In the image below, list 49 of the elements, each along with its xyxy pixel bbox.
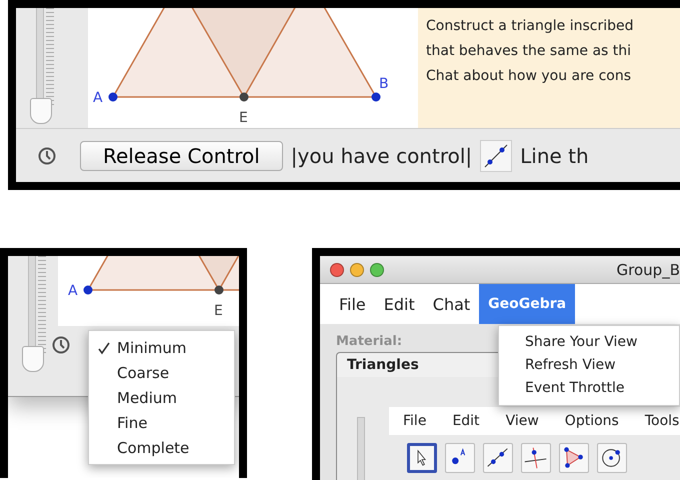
clock-icon[interactable] xyxy=(52,336,70,354)
line-icon xyxy=(487,448,508,467)
close-icon[interactable] xyxy=(330,262,344,276)
maximize-icon[interactable] xyxy=(370,262,384,276)
menu-item[interactable]: View xyxy=(506,413,539,429)
material-label: Material: xyxy=(336,334,402,351)
menu-item[interactable]: Coarse xyxy=(89,360,234,385)
instruction-text: that behaves the same as thi xyxy=(426,42,632,61)
arrow-pointer-icon xyxy=(418,450,426,466)
clock-icon[interactable] xyxy=(38,146,56,164)
point-label: E xyxy=(239,110,248,126)
tool-button[interactable] xyxy=(407,443,437,473)
perpendicular-lines-icon xyxy=(524,447,547,469)
tool-name: Line th xyxy=(520,144,589,168)
menu-item[interactable]: Complete xyxy=(89,435,234,460)
circle-icon xyxy=(602,449,620,467)
tool-button[interactable] xyxy=(483,443,513,473)
menu-item[interactable]: Share Your View xyxy=(499,330,679,353)
window-title: Group_B xyxy=(616,260,680,278)
menu-item[interactable]: Event Throttle xyxy=(499,376,679,399)
release-control-button[interactable]: Release Control xyxy=(80,140,283,170)
instruction-text: Construct a triangle inscribed xyxy=(426,17,635,36)
menu-item[interactable]: GeoGebra xyxy=(479,284,576,324)
menu-item[interactable]: Fine xyxy=(89,410,234,435)
tool-button[interactable] xyxy=(521,443,551,473)
slider-thumb[interactable] xyxy=(30,98,52,124)
minimize-icon[interactable] xyxy=(350,262,364,276)
triangle-icon xyxy=(564,447,583,468)
menu-item[interactable]: Tools xyxy=(644,413,680,429)
tool-button[interactable] xyxy=(559,443,589,473)
point-icon xyxy=(452,448,466,464)
point-label: B xyxy=(379,76,389,92)
menu-item[interactable]: File xyxy=(330,284,375,324)
menu-item[interactable]: Edit xyxy=(374,284,424,324)
tool-button[interactable] xyxy=(445,443,475,473)
menu-item[interactable]: Medium xyxy=(89,385,234,410)
point-label: A xyxy=(93,90,103,106)
menu-item[interactable]: Minimum xyxy=(89,335,234,360)
line-tool-icon[interactable] xyxy=(480,140,512,172)
instruction-text: Chat about how you are cons xyxy=(426,67,632,86)
menu-item[interactable]: Options xyxy=(564,413,619,429)
point-label: A xyxy=(68,283,78,299)
menu-item[interactable]: Chat xyxy=(424,284,480,324)
control-status: |you have control| xyxy=(290,144,472,168)
menu-item[interactable]: Edit xyxy=(452,413,480,429)
slider-thumb[interactable] xyxy=(22,346,44,372)
point-label: E xyxy=(214,303,223,319)
tool-button[interactable] xyxy=(597,443,627,473)
menu-item[interactable]: File xyxy=(403,413,426,429)
